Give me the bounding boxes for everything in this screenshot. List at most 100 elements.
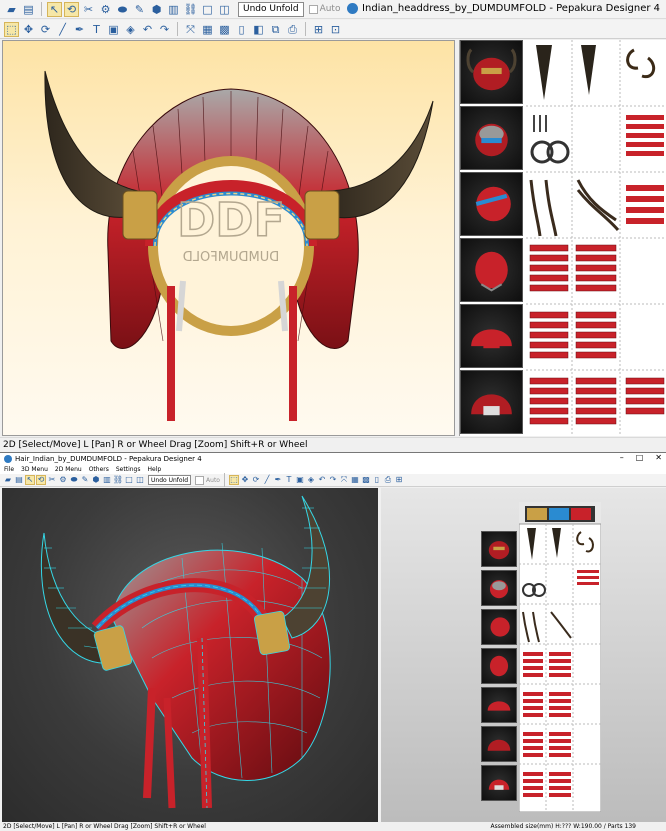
menu-3d[interactable]: 3D Menu [21,466,48,473]
toolbar-divider [305,22,306,36]
zoom-fit-icon[interactable]: ⊞ [394,475,404,485]
save-icon[interactable]: ▤ [14,475,24,485]
part-thumbnail[interactable] [460,304,523,368]
close-button[interactable]: ✕ [655,453,662,462]
image-icon[interactable]: ▣ [106,22,121,37]
line-icon[interactable]: ╱ [262,475,272,485]
move-icon[interactable]: ✥ [240,475,250,485]
box-icon[interactable]: ◈ [123,22,138,37]
menu-help[interactable]: Help [147,466,161,473]
menu-settings[interactable]: Settings [116,466,141,473]
scale-icon[interactable]: ⤧ [183,22,198,37]
flap-icon[interactable]: ⬢ [149,2,164,17]
bars-icon[interactable]: ▥ [166,2,181,17]
rotate2d-icon[interactable]: ⟳ [38,22,53,37]
redo-icon[interactable]: ↷ [157,22,172,37]
status-parts-info: Assembled size(mm) H:??? W:190.00 / Part… [490,823,636,830]
zoom-sel-icon[interactable]: ⊡ [328,22,343,37]
part-thumbnail[interactable] [460,172,523,236]
split-pane-icon[interactable]: ◫ [135,475,145,485]
edit-icon[interactable]: ✂ [47,475,57,485]
grid-icon[interactable]: ▩ [217,22,232,37]
page-icon[interactable]: ▯ [372,475,382,485]
move-icon[interactable]: ✥ [21,22,36,37]
minimize-button[interactable]: – [620,453,624,462]
part-thumbnail[interactable] [481,765,517,801]
auto-label: Auto [206,476,220,484]
part-thumbnail[interactable] [481,726,517,762]
layout-icon[interactable]: ▦ [350,475,360,485]
part-thumbnail[interactable] [481,648,517,684]
flap-icon[interactable]: ⬢ [91,475,101,485]
link-icon[interactable]: ⛓ [183,2,198,17]
pen-icon[interactable]: ✒ [72,22,87,37]
part-thumbnail[interactable] [481,687,517,723]
part-thumbnail[interactable] [460,40,523,104]
maximize-button[interactable]: □ [636,453,644,462]
undo-icon[interactable]: ↶ [140,22,155,37]
single-pane-icon[interactable]: □ [124,475,134,485]
toolbar-divider [41,2,42,16]
paint-icon[interactable]: ✎ [80,475,90,485]
select-icon[interactable]: ⬚ [4,21,19,37]
edit-icon[interactable]: ✂ [81,2,96,17]
undo-icon[interactable]: ↶ [317,475,327,485]
rotate-icon[interactable]: ⟲ [36,475,46,485]
cylinder-icon[interactable]: ⬬ [115,2,130,17]
open-icon[interactable]: ▰ [3,475,13,485]
rotate-icon[interactable]: ⟲ [64,1,79,17]
line-icon[interactable]: ╱ [55,22,70,37]
undo-unfold-button[interactable]: Undo Unfold [238,1,304,17]
print-icon[interactable]: ⎙ [285,22,300,37]
part-thumbnail[interactable] [460,370,523,434]
3d-view-pane[interactable] [2,488,378,822]
2d-parts-pane[interactable] [381,488,666,822]
split-pane-icon[interactable]: ◫ [217,2,232,17]
join-icon[interactable]: ⚙ [98,2,113,17]
cursor-icon[interactable]: ↖ [25,475,35,485]
auto-checkbox[interactable]: Auto [195,475,220,485]
fold-icon[interactable]: ◧ [251,22,266,37]
part-thumbnail[interactable] [481,609,517,645]
part-thumbnail[interactable] [481,570,517,606]
part-thumbnail[interactable] [481,531,517,567]
pen-icon[interactable]: ✒ [273,475,283,485]
grid-icon[interactable]: ▩ [361,475,371,485]
paint-icon[interactable]: ✎ [132,2,147,17]
save-icon[interactable]: ▤ [21,2,36,17]
mirror-icon[interactable]: ⧉ [268,22,283,37]
zoom-fit-icon[interactable]: ⊞ [311,22,326,37]
open-icon[interactable]: ▰ [4,2,19,17]
auto-checkbox[interactable]: Auto [308,4,340,14]
page-icon[interactable]: ▯ [234,22,249,37]
cylinder-icon[interactable]: ⬬ [69,475,79,485]
join-icon[interactable]: ⚙ [58,475,68,485]
watermark-ddf: DDF [177,193,285,247]
window-controls: – □ ✕ [620,453,662,462]
select-icon[interactable]: ⬚ [228,475,239,485]
text-icon[interactable]: T [284,475,294,485]
cursor-icon[interactable]: ↖ [47,1,62,17]
bars-icon[interactable]: ▥ [102,475,112,485]
2d-parts-pane[interactable] [459,40,666,436]
status-text: 2D [Select/Move] L [Pan] R or Wheel Drag… [3,823,206,830]
image-icon[interactable]: ▣ [295,475,305,485]
scale-icon[interactable]: ⤧ [339,475,349,485]
part-thumbnail[interactable] [460,106,523,170]
window-title-text: Indian_headdress_by_DUMDUMFOLD - Pepakur… [362,3,660,14]
menu-file[interactable]: File [4,466,14,473]
undo-unfold-button[interactable]: Undo Unfold [148,475,192,485]
3d-view-pane[interactable]: DDF DUMDUMFOLD [2,40,455,436]
link-icon[interactable]: ⛓ [113,475,123,485]
menu-2d[interactable]: 2D Menu [55,466,82,473]
layout-icon[interactable]: ▦ [200,22,215,37]
rotate2d-icon[interactable]: ⟳ [251,475,261,485]
single-pane-icon[interactable]: □ [200,2,215,17]
redo-icon[interactable]: ↷ [328,475,338,485]
box-icon[interactable]: ◈ [306,475,316,485]
part-thumbnail[interactable] [460,238,523,302]
menu-others[interactable]: Others [89,466,109,473]
text-icon[interactable]: T [89,22,104,37]
toolbar-divider [177,22,178,36]
print-icon[interactable]: ⎙ [383,475,393,485]
